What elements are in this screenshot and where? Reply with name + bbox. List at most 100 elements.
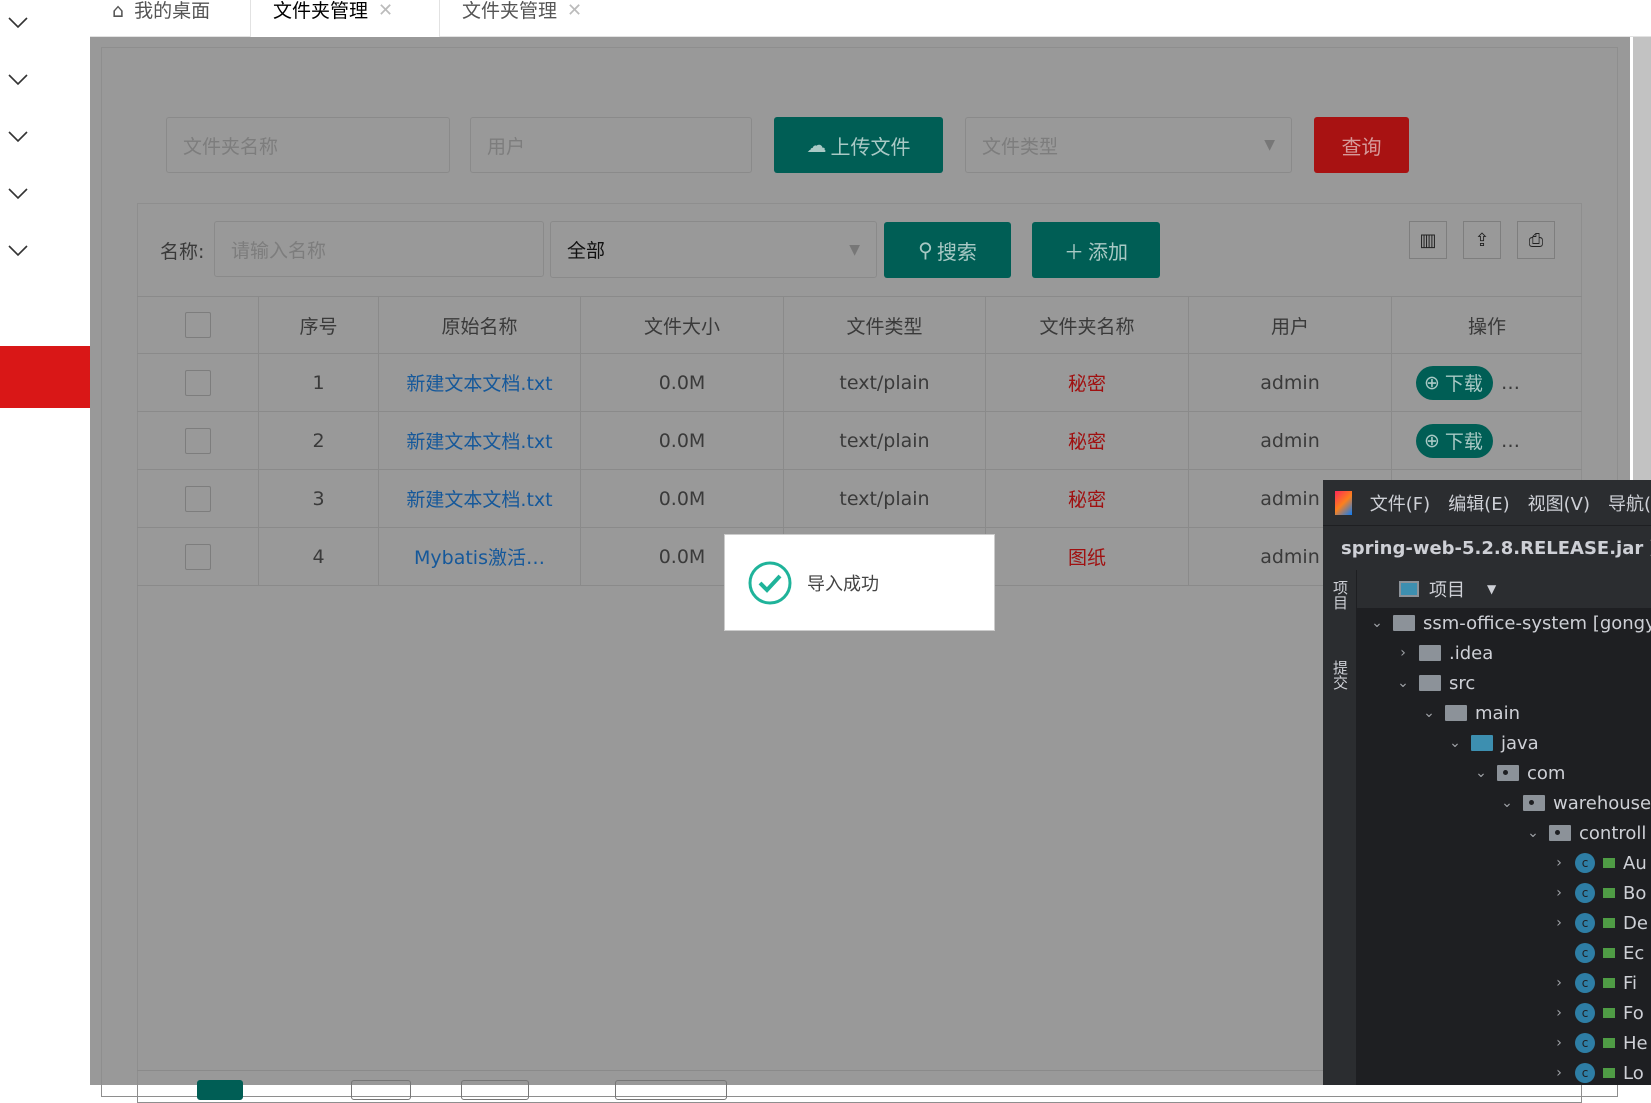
query-button[interactable]: 查询 [1314, 117, 1409, 173]
chevron-down-icon[interactable]: ⌄ [1395, 675, 1411, 691]
table-cell: 秘密 [986, 470, 1189, 527]
table-cell: 2 [259, 412, 379, 469]
pagination-button[interactable] [351, 1080, 411, 1100]
public-lock-icon [1603, 978, 1615, 988]
chevron-down-icon[interactable]: ⌄ [1447, 735, 1463, 751]
download-button[interactable]: ⊕ 下载 [1416, 365, 1493, 400]
user-input[interactable]: 用户 [470, 117, 752, 173]
folder-name-input[interactable]: 文件夹名称 [166, 117, 450, 173]
close-icon[interactable]: ✕ [567, 0, 582, 22]
row-checkbox[interactable] [184, 369, 211, 396]
download-button[interactable]: ⊕ 下载 [1416, 423, 1493, 458]
chevron-down-icon[interactable] [6, 124, 30, 148]
sidebar-item-active[interactable] [0, 346, 90, 408]
tree-item[interactable]: ⌄ com [1357, 758, 1565, 788]
toast-success: 导入成功 [724, 534, 995, 631]
folder-icon [1445, 705, 1467, 721]
tree-item[interactable]: ⌄ controll [1357, 818, 1646, 848]
chevron-down-icon[interactable] [6, 67, 30, 91]
tree-item[interactable]: › c De [1357, 908, 1648, 938]
tool-tab-project[interactable]: 项目 [1330, 580, 1351, 636]
public-lock-icon [1603, 858, 1615, 868]
chevron-right-icon[interactable]: › [1551, 1005, 1567, 1021]
chevron-down-icon[interactable]: ⌄ [1525, 825, 1541, 841]
chevron-right-icon[interactable]: › [1395, 645, 1411, 661]
row-checkbox[interactable] [184, 485, 211, 512]
select-all-checkbox[interactable] [137, 297, 259, 353]
row-checkbox[interactable] [184, 543, 211, 570]
chevron-right-icon[interactable]: › [1551, 1065, 1567, 1081]
pagination-button[interactable] [461, 1080, 529, 1100]
tree-item[interactable]: › c Lo [1357, 1058, 1644, 1085]
column-header: 文件大小 [581, 297, 784, 353]
tab-home[interactable]: ⌂ 我的桌面 [112, 0, 240, 37]
user-name: admin [1260, 545, 1320, 568]
chevron-right-icon[interactable]: › [1551, 855, 1567, 871]
folder-icon [1549, 825, 1571, 841]
chevron-down-icon[interactable] [6, 238, 30, 262]
chevron-right-icon[interactable]: › [1551, 915, 1567, 931]
download-icon: ⊕ [1424, 371, 1440, 394]
row-checkbox[interactable] [184, 427, 211, 454]
pagination-current-page[interactable] [197, 1080, 243, 1100]
filter-select[interactable]: 全部 ▼ [550, 221, 877, 278]
export-icon[interactable]: ⇪ [1463, 221, 1501, 259]
add-button[interactable]: ＋添加 [1032, 222, 1160, 278]
user-name: admin [1260, 429, 1320, 452]
tree-item[interactable]: › .idea [1357, 638, 1493, 668]
tree-item[interactable]: › c Bo [1357, 878, 1646, 908]
tab-folder-manage-2[interactable]: 文件夹管理 ✕ [462, 0, 632, 37]
tree-item[interactable]: ⌄ main [1357, 698, 1520, 728]
tree-item[interactable]: c Ec [1357, 938, 1644, 968]
more-actions[interactable]: … [1501, 372, 1520, 394]
tree-item[interactable]: ⌄ ssm-office-system [gongyi [1357, 608, 1651, 638]
folder-icon [1471, 735, 1493, 751]
chevron-down-icon[interactable]: ⌄ [1369, 615, 1385, 631]
chevron-down-icon[interactable] [6, 10, 30, 34]
chevron-down-icon[interactable]: ⌄ [1421, 705, 1437, 721]
file-name-link[interactable]: 新建文本文档.txt [406, 427, 552, 454]
search-button[interactable]: ⚲ 搜索 [884, 222, 1011, 278]
close-icon[interactable]: ✕ [378, 0, 393, 22]
menu-edit[interactable]: 编辑(E) [1448, 490, 1509, 516]
table-cell: 3 [259, 470, 379, 527]
check-circle-icon [748, 561, 792, 604]
folder-name: 秘密 [1067, 431, 1106, 453]
public-lock-icon [1603, 918, 1615, 928]
class-icon: c [1575, 943, 1595, 963]
tab-folder-manage[interactable]: 文件夹管理 ✕ [250, 0, 440, 38]
chevron-right-icon[interactable]: › [1551, 975, 1567, 991]
chevron-right-icon[interactable]: › [1551, 1035, 1567, 1051]
column-header: 操作 [1467, 315, 1506, 338]
tree-item[interactable]: ⌄ warehouse [1357, 788, 1651, 818]
file-name-link[interactable]: Mybatis激活… [414, 543, 545, 570]
chevron-down-icon[interactable]: ⌄ [1473, 765, 1489, 781]
more-actions[interactable]: … [1501, 430, 1520, 452]
tree-item[interactable]: › c Au [1357, 848, 1647, 878]
tree-item[interactable]: ⌄ src [1357, 668, 1475, 698]
file-name-link[interactable]: 新建文本文档.txt [406, 485, 552, 512]
chevron-down-icon[interactable]: ⌄ [1499, 795, 1515, 811]
tree-item[interactable]: › c Fi [1357, 968, 1637, 998]
file-type: text/plain [839, 429, 930, 452]
menu-view[interactable]: 视图(V) [1528, 490, 1590, 516]
breadcrumb-jar[interactable]: spring-web-5.2.8.RELEASE.jar [1341, 538, 1643, 559]
tree-item[interactable]: › c He [1357, 1028, 1647, 1058]
tool-tab-commit[interactable]: 提交 [1330, 660, 1351, 690]
chevron-down-icon[interactable] [6, 181, 30, 205]
file-type-select[interactable]: 文件类型 ▼ [965, 117, 1292, 173]
name-search-input[interactable]: 请输入名称 [214, 221, 544, 277]
upload-file-button[interactable]: ☁ 上传文件 [774, 117, 943, 173]
print-icon[interactable]: ⎙ [1517, 221, 1555, 259]
project-header[interactable]: 项目 ▼ [1357, 570, 1651, 608]
column-header: 用户 [1189, 297, 1392, 353]
menu-file[interactable]: 文件(F) [1370, 490, 1430, 516]
menu-navigate[interactable]: 导航( [1608, 490, 1651, 516]
tree-item[interactable]: › c Fo [1357, 998, 1644, 1028]
tree-item[interactable]: ⌄ java [1357, 728, 1539, 758]
chevron-right-icon[interactable]: › [1551, 885, 1567, 901]
file-name-link[interactable]: 新建文本文档.txt [406, 369, 552, 396]
name-label: 名称: [160, 241, 205, 263]
pagination-size-select[interactable] [615, 1080, 727, 1100]
columns-icon[interactable]: ▥ [1409, 221, 1447, 259]
